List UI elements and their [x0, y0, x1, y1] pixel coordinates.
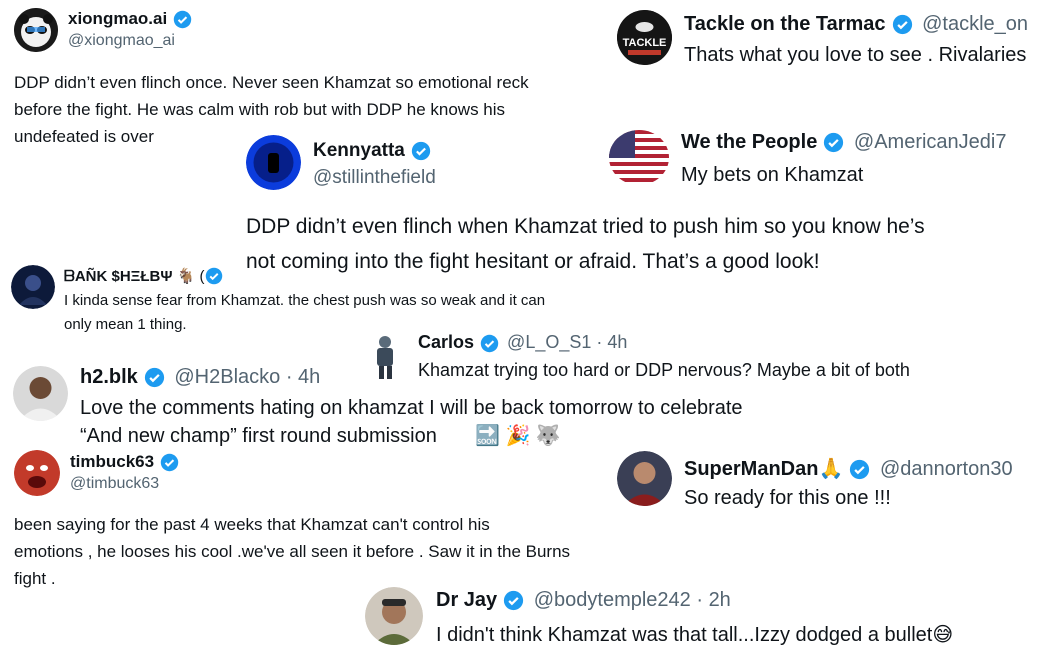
post-text: My bets on Khamzat	[681, 164, 864, 186]
display-name[interactable]: h2.blk	[80, 366, 138, 388]
red-face-avatar-icon	[14, 450, 60, 496]
verified-icon	[411, 141, 431, 161]
user-handle[interactable]: @tackle_on	[922, 13, 1028, 35]
post-text-line: before the fight. He was calm with rob b…	[14, 100, 506, 119]
user-handle[interactable]: @AmericanJedi7	[854, 131, 1007, 153]
display-name[interactable]: ᗷAÑK $HΞŁВΨ	[64, 268, 172, 285]
display-name[interactable]: Tackle on the Tarmac	[684, 13, 886, 35]
user-handle[interactable]: @dannorton30	[880, 458, 1013, 480]
post-text: So ready for this one !!!	[684, 487, 891, 509]
name-emoji: 🙏	[818, 458, 844, 480]
post-text-line: DDP didn’t even flinch once. Never seen …	[14, 73, 529, 92]
display-name[interactable]: timbuck63	[70, 452, 154, 471]
verified-icon	[824, 133, 844, 153]
user-handle[interactable]: @H2Blacko · 4h	[174, 366, 320, 388]
avatar-text: TACKLE	[623, 37, 667, 49]
post-text: Thats what you love to see . Rivalaries	[684, 44, 1027, 66]
user-handle[interactable]: @bodytemple242 · 2h	[534, 589, 731, 611]
avatar[interactable]: TACKLE	[617, 10, 672, 65]
post-text: I didn't think Khamzat was that tall...I…	[436, 624, 933, 646]
avatar[interactable]	[365, 587, 423, 645]
panda-avatar-icon	[14, 8, 58, 52]
user-handle[interactable]: @timbuck63	[70, 475, 159, 493]
verified-icon	[144, 368, 164, 388]
display-name[interactable]: Kennyatta	[313, 140, 405, 161]
post-text-line: not coming into the fight hesitant or af…	[246, 250, 820, 273]
verified-icon	[480, 334, 499, 352]
avatar[interactable]	[13, 366, 68, 421]
avatar[interactable]	[14, 8, 58, 52]
post-text: Khamzat trying too hard or DDP nervous? …	[418, 360, 910, 380]
user-handle[interactable]: @xiongmao_ai	[68, 32, 175, 50]
avatar[interactable]	[609, 130, 669, 185]
verified-icon	[850, 460, 870, 480]
avatar[interactable]	[617, 451, 672, 506]
tackle-logo-icon: TACKLE	[617, 10, 672, 65]
post-text-line: fight .	[14, 569, 56, 588]
avatar[interactable]	[11, 265, 55, 309]
blue-avatar-icon	[246, 135, 301, 190]
post-emoji: 😅	[932, 624, 954, 646]
post-text-line: been saying for the past 4 weeks that Kh…	[14, 515, 490, 534]
verified-icon	[892, 15, 912, 35]
post-text-line: I kinda sense fear from Khamzat. the che…	[64, 292, 546, 309]
man-cap-avatar-icon	[365, 587, 423, 645]
post-text-line: Love the comments hating on khamzat I wi…	[80, 397, 743, 419]
name-emoji: 🐐 (	[176, 268, 205, 285]
man-avatar-icon	[617, 451, 672, 506]
post-text-line: “And new champ” first round submission	[80, 425, 437, 447]
avatar[interactable]	[246, 135, 301, 190]
display-name[interactable]: xiongmao.ai	[68, 9, 167, 28]
post-text-line: emotions , he looses his cool .we've all…	[14, 542, 571, 561]
avatar[interactable]	[360, 333, 410, 381]
post-emoji: 🔜 🎉 🐺	[475, 425, 561, 447]
verified-icon	[504, 591, 524, 611]
user-handle[interactable]: @stillinthefield	[313, 167, 436, 189]
display-name[interactable]: SuperManDan	[684, 458, 818, 480]
post-text-line: undefeated is over	[14, 127, 154, 146]
display-name[interactable]: Carlos	[418, 332, 474, 352]
user-handle[interactable]: @L_O_S1 · 4h	[507, 332, 627, 352]
post-text-line: DDP didn’t even flinch when Khamzat trie…	[246, 215, 925, 238]
display-name[interactable]: Dr Jay	[436, 589, 497, 611]
dark-avatar-icon	[11, 265, 55, 309]
us-flag-avatar-icon	[609, 130, 669, 185]
person-avatar-icon	[13, 366, 68, 421]
display-name[interactable]: We the People	[681, 131, 817, 153]
figure-avatar-icon	[360, 333, 410, 381]
post-text-line: only mean 1 thing.	[64, 316, 187, 333]
verified-icon	[173, 10, 192, 29]
verified-icon	[160, 453, 179, 472]
verified-icon	[205, 267, 223, 285]
avatar[interactable]	[14, 450, 60, 496]
